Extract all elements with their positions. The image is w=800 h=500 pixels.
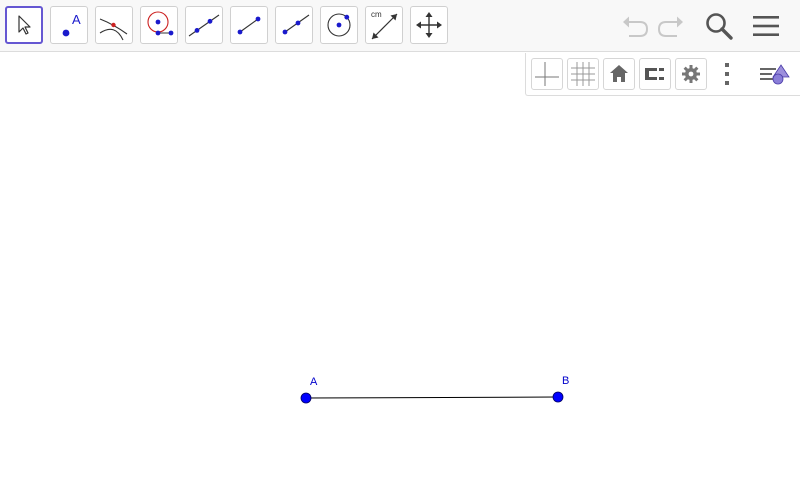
undo-button[interactable] [617,8,653,44]
point-tool-icon: A [62,12,81,37]
distance-tool-button[interactable]: cm [365,6,403,44]
ray-tool-button[interactable] [275,6,313,44]
home-icon [610,65,628,82]
more-options-button[interactable] [711,58,743,90]
undo-icon [623,16,649,37]
circle-center-point-tool-icon [327,13,351,37]
menu-icon [753,16,779,36]
point-b-label: B [562,375,570,387]
point-capturing-icon [645,68,664,80]
grid-toggle-button[interactable] [567,58,599,90]
point-tool-label: A [72,12,81,27]
circle-center-point-tool-button[interactable] [320,6,358,44]
algebra-view-toggle-icon [760,64,790,85]
distance-tool-label: cm [371,10,382,19]
move-tool-icon [18,15,31,35]
more-options-icon [725,63,729,85]
standard-view-button[interactable] [603,58,635,90]
graphics-view[interactable]: A B [0,53,800,500]
move-tool-button[interactable] [5,6,43,44]
segment-tool-button[interactable] [230,6,268,44]
redo-icon [657,16,683,37]
segment-ab[interactable] [305,396,559,399]
point-on-object-tool-button[interactable] [140,6,178,44]
search-button[interactable] [701,8,737,44]
point-capturing-button[interactable] [639,58,671,90]
axes-toggle-icon [535,62,559,86]
point-a[interactable] [300,392,312,404]
graphics-view-canvas [300,391,564,404]
point-a-label: A [310,376,318,388]
redo-button[interactable] [653,8,689,44]
axes-toggle-button[interactable] [531,58,563,90]
move-graphics-view-tool-icon [416,12,442,38]
main-toolbar: A cm [0,0,800,52]
line-tool-icon [188,14,220,37]
intersect-tool-icon [99,18,128,41]
geogebra-app: A cm A B [0,0,800,500]
distance-tool-icon: cm [371,10,398,40]
grid-toggle-icon [571,62,595,86]
point-on-object-tool-icon [147,11,174,36]
main-menu-button[interactable] [748,8,784,44]
segment-tool-icon [237,16,261,35]
graphics-settings-button[interactable] [675,58,707,90]
graphics-style-bar [525,53,800,96]
line-tool-button[interactable] [185,6,223,44]
intersect-tool-button[interactable] [95,6,133,44]
algebra-view-toggle-button[interactable] [759,58,791,90]
settings-gear-icon [682,65,700,83]
point-b[interactable] [552,391,564,403]
move-graphics-view-tool-button[interactable] [410,6,448,44]
search-icon [706,13,733,40]
point-tool-button[interactable]: A [50,6,88,44]
ray-tool-icon [282,14,310,35]
